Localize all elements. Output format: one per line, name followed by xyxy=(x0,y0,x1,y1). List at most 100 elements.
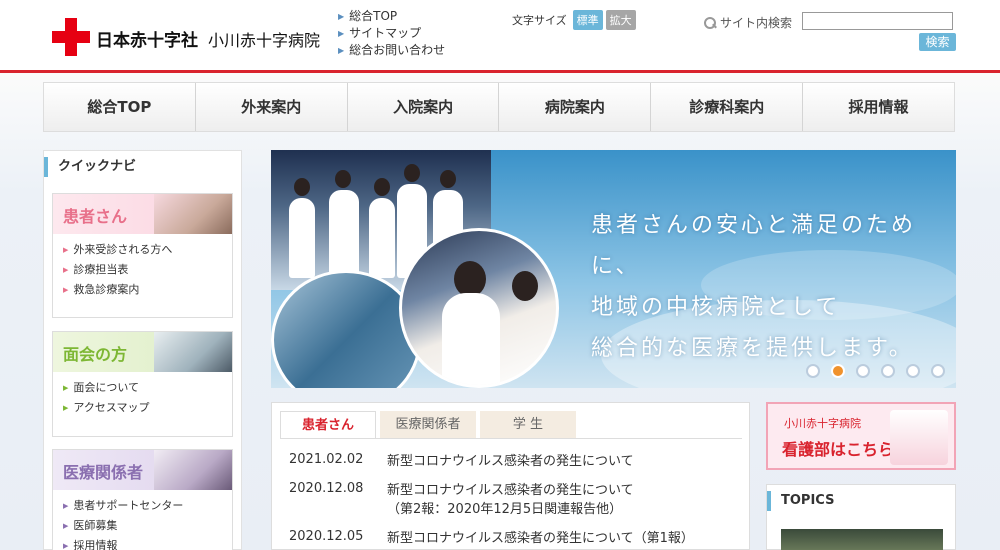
topics-image[interactable] xyxy=(781,529,943,550)
news-date: 2020.12.08 xyxy=(289,481,364,496)
search-icon xyxy=(704,16,716,29)
nurse-head xyxy=(294,178,310,196)
gnav-item-inpatient[interactable]: 入院案内 xyxy=(348,83,500,131)
hero-message: 患者さんの安心と満足のために、 地域の中核病院として 総合的な医療を提供します。 xyxy=(591,205,956,369)
hero-line-2: 地域の中核病院として xyxy=(591,295,841,320)
quick-link-support-center[interactable]: ▶ 患者サポートセンター xyxy=(63,496,232,516)
news-title-block[interactable]: 新型コロナウイルス感染者の発生について （第2報：2020年12月5日関連報告他） xyxy=(387,481,634,519)
arrow-right-icon: ▶ xyxy=(63,522,69,530)
hospital-name[interactable]: 小川赤十字病院 xyxy=(208,27,320,51)
quick-link-recruit[interactable]: ▶ 採用情報 xyxy=(63,536,232,550)
banner-title: 看護部はこちら xyxy=(782,440,895,459)
font-size-switcher: 文字サイズ 標準 拡大 xyxy=(512,10,639,30)
news-item[interactable]: 2020.12.05 新型コロナウイルス感染者の発生について（第1報） xyxy=(289,529,694,548)
slider-dot-5[interactable] xyxy=(906,364,920,378)
quick-link-label: 面会について xyxy=(73,381,140,394)
nurse-head xyxy=(374,178,390,196)
link-top[interactable]: ▶ 総合TOP xyxy=(338,8,445,25)
gnav-item-top[interactable]: 総合TOP xyxy=(44,83,196,131)
hero-slider[interactable]: 患者さんの安心と満足のために、 地域の中核病院として 総合的な医療を提供します。 xyxy=(271,150,956,388)
medical-photo xyxy=(154,450,232,490)
tab-students[interactable]: 学 生 xyxy=(480,411,576,438)
hero-line-1: 患者さんの安心と満足のために、 xyxy=(591,213,917,279)
banner-nurse-illustration xyxy=(890,410,948,465)
font-size-label: 文字サイズ xyxy=(512,14,567,27)
quick-link-label: 診療担当表 xyxy=(73,263,129,276)
nurse-head xyxy=(454,261,486,297)
news-title[interactable]: 新型コロナウイルス感染者の発生について（第1報） xyxy=(387,529,694,548)
slider-dot-3[interactable] xyxy=(856,364,870,378)
link-top-label: 総合TOP xyxy=(349,9,398,23)
tab-patients[interactable]: 患者さん xyxy=(280,411,376,439)
link-contact[interactable]: ▶ 総合お問い合わせ xyxy=(338,42,445,59)
quick-nav-title: クイックナビ xyxy=(44,157,136,177)
news-item[interactable]: 2021.02.02 新型コロナウイルス感染者の発生について xyxy=(289,452,634,471)
red-cross-logo-icon[interactable] xyxy=(52,18,90,56)
gnav-item-departments[interactable]: 診療科案内 xyxy=(651,83,804,131)
quick-link-label: 採用情報 xyxy=(73,539,118,550)
quick-link-label: 外来受診される方へ xyxy=(73,243,173,256)
gnav-item-recruit[interactable]: 採用情報 xyxy=(803,83,954,131)
search-label: サイト内検索 xyxy=(704,14,792,31)
font-size-standard-button[interactable]: 標準 xyxy=(572,10,603,30)
quick-link-label: 救急診療案内 xyxy=(73,283,140,296)
tab-medical[interactable]: 医療関係者 xyxy=(380,411,476,438)
quick-nav-visitors: 面会の方 ▶ 面会について ▶ アクセスマップ xyxy=(52,331,233,437)
patients-header[interactable]: 患者さん xyxy=(53,194,232,234)
arrow-right-icon: ▶ xyxy=(63,384,69,392)
visitors-header[interactable]: 面会の方 xyxy=(53,332,232,372)
nurse-figure xyxy=(289,198,315,278)
quick-link-label: 患者サポートセンター xyxy=(73,499,184,512)
arrow-right-icon: ▶ xyxy=(338,29,345,38)
medical-header[interactable]: 医療関係者 xyxy=(53,450,232,490)
arrow-right-icon: ▶ xyxy=(63,266,69,274)
doctor-head xyxy=(404,164,420,182)
arrow-right-icon: ▶ xyxy=(63,404,69,412)
tabs-divider xyxy=(280,438,742,439)
visitors-photo xyxy=(154,332,232,372)
slider-dot-4[interactable] xyxy=(881,364,895,378)
slider-dot-1[interactable] xyxy=(806,364,820,378)
news-title: 新型コロナウイルス感染者の発生について xyxy=(387,483,634,498)
quick-link-doctor-recruit[interactable]: ▶ 医師募集 xyxy=(63,516,232,536)
banner-hospital-name: 小川赤十字病院 xyxy=(784,417,861,430)
quick-nav-medical: 医療関係者 ▶ 患者サポートセンター ▶ 医師募集 ▶ 採用情報 xyxy=(52,449,233,550)
topics-panel: TOPICS xyxy=(766,484,956,550)
gnav-item-hospital[interactable]: 病院案内 xyxy=(499,83,652,131)
quick-nav-patients: 患者さん ▶ 外来受診される方へ ▶ 診療担当表 ▶ 救急診療案内 xyxy=(52,193,233,318)
quick-nav-sidebar: クイックナビ 患者さん ▶ 外来受診される方へ ▶ 診療担当表 ▶ 救急診療案内 面会… xyxy=(43,150,242,550)
search-input[interactable] xyxy=(802,12,953,30)
global-nav: 総合TOP 外来案内 入院案内 病院案内 診療科案内 採用情報 xyxy=(43,82,955,132)
slider-dot-2[interactable] xyxy=(831,364,845,378)
slider-dot-6[interactable] xyxy=(931,364,945,378)
news-tabs: 患者さん 医療関係者 学 生 xyxy=(280,411,580,439)
link-sitemap-label: サイトマップ xyxy=(349,26,422,40)
org-name[interactable]: 日本赤十字社 xyxy=(96,26,198,51)
quick-link-label: 医師募集 xyxy=(73,519,118,532)
quick-link-visiting[interactable]: ▶ 面会について xyxy=(63,378,232,398)
quick-link-schedule[interactable]: ▶ 診療担当表 xyxy=(63,260,232,280)
site-header: 日本赤十字社 小川赤十字病院 ▶ 総合TOP ▶ サイトマップ ▶ 総合お問い合わせ … xyxy=(0,0,1000,70)
patients-heading: 患者さん xyxy=(63,207,128,226)
arrow-right-icon: ▶ xyxy=(63,246,69,254)
doctor-head xyxy=(440,170,456,188)
utility-links: ▶ 総合TOP ▶ サイトマップ ▶ 総合お問い合わせ xyxy=(338,8,445,59)
quick-link-outpatient-guide[interactable]: ▶ 外来受診される方へ xyxy=(63,240,232,260)
font-size-large-button[interactable]: 拡大 xyxy=(605,10,636,30)
link-contact-label: 総合お問い合わせ xyxy=(349,43,446,57)
search-button[interactable]: 検索 xyxy=(919,33,956,51)
gnav-item-outpatient[interactable]: 外来案内 xyxy=(196,83,348,131)
quick-link-access-map[interactable]: ▶ アクセスマップ xyxy=(63,398,232,418)
nurse-head xyxy=(512,271,538,301)
quick-link-emergency[interactable]: ▶ 救急診療案内 xyxy=(63,280,232,300)
news-item[interactable]: 2020.12.08 新型コロナウイルス感染者の発生について （第2報：2020年1… xyxy=(289,481,634,519)
nursing-banner[interactable]: 小川赤十字病院 看護部はこちら xyxy=(766,402,956,470)
nurse-head xyxy=(335,170,351,188)
nurse-figure xyxy=(442,293,500,385)
search-label-text: サイト内検索 xyxy=(720,16,793,30)
news-date: 2021.02.02 xyxy=(289,452,364,467)
topics-title: TOPICS xyxy=(767,491,834,511)
news-title[interactable]: 新型コロナウイルス感染者の発生について xyxy=(387,452,634,471)
link-sitemap[interactable]: ▶ サイトマップ xyxy=(338,25,445,42)
hero-nurse-photo xyxy=(399,228,559,388)
